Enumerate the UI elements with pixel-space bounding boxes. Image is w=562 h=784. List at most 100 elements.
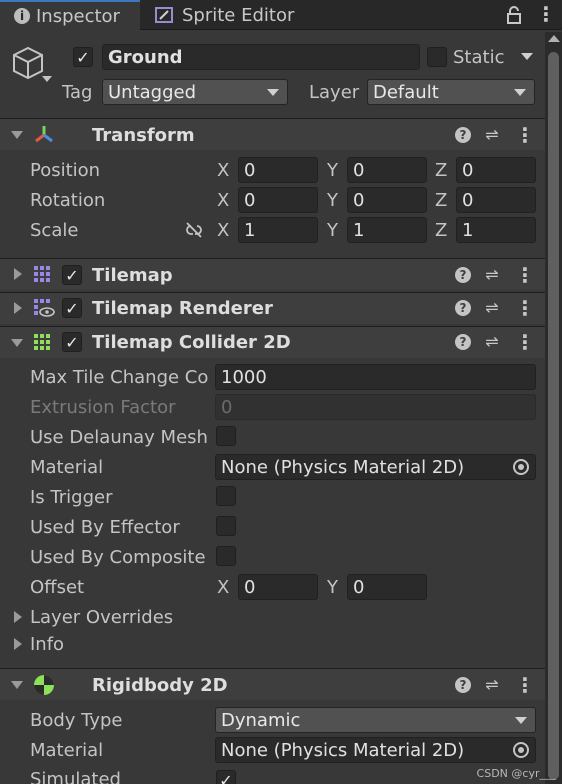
checkmark-icon: ✓: [65, 265, 79, 285]
chevron-down-icon: [267, 89, 279, 96]
presets-icon[interactable]: ⇌: [483, 265, 501, 284]
lock-icon[interactable]: [506, 6, 522, 24]
help-icon[interactable]: ?: [455, 267, 471, 283]
position-z-input[interactable]: 0: [456, 157, 536, 183]
use-delaunay-mesh-label: Use Delaunay Mesh: [30, 427, 208, 448]
used-by-effector-label: Used By Effector: [30, 517, 180, 538]
rotation-z-input[interactable]: 0: [456, 187, 536, 213]
rigidbody-title: Rigidbody 2D: [92, 675, 228, 696]
max-tile-change-label: Max Tile Change Co: [30, 367, 209, 388]
tilemap-renderer-title: Tilemap Renderer: [92, 298, 273, 319]
tilemap-collider-title: Tilemap Collider 2D: [92, 332, 291, 353]
static-dropdown-icon[interactable]: [521, 53, 533, 60]
rotation-x-input[interactable]: 0: [238, 187, 318, 213]
tab-sprite-editor-label: Sprite Editor: [182, 4, 295, 26]
offset-y-label: Y: [327, 577, 338, 598]
gameobject-active-checkbox[interactable]: ✓: [73, 47, 93, 67]
tilemap-collider-enabled-checkbox[interactable]: ✓: [62, 332, 82, 352]
offset-y-input[interactable]: 0: [347, 574, 427, 600]
rigidbody-material-value: None (Physics Material 2D): [221, 739, 465, 761]
rotation-y-input[interactable]: 0: [347, 187, 427, 213]
offset-x-label: X: [217, 577, 230, 598]
tilemap-renderer-enabled-checkbox[interactable]: ✓: [62, 298, 82, 318]
tab-sprite-editor[interactable]: Sprite Editor: [154, 0, 324, 30]
tilemap-renderer-foldout-icon[interactable]: [14, 302, 22, 314]
component-menu-icon[interactable]: ⋮: [515, 330, 535, 354]
rotation-x-label: X: [217, 190, 230, 211]
transform-foldout-icon[interactable]: [11, 131, 23, 139]
info-foldout-icon[interactable]: [14, 638, 22, 650]
rotation-y-label: Y: [327, 190, 338, 211]
help-icon[interactable]: ?: [455, 334, 471, 350]
tilemap-collider-foldout-icon[interactable]: [11, 339, 23, 347]
chevron-down-icon: [515, 717, 527, 724]
rotation-z-label: Z: [435, 190, 448, 211]
scrollbar-thumb[interactable]: [548, 52, 559, 780]
offset-x-input[interactable]: 0: [238, 574, 318, 600]
component-menu-icon[interactable]: ⋮: [515, 673, 535, 697]
scale-y-input[interactable]: 1: [347, 217, 427, 243]
rigidbody-material-label: Material: [30, 740, 104, 761]
tag-value: Untagged: [108, 81, 197, 103]
layer-overrides-label[interactable]: Layer Overrides: [30, 607, 173, 628]
scale-z-label: Z: [435, 220, 448, 241]
collider-material-field[interactable]: None (Physics Material 2D): [215, 454, 536, 480]
sprite-editor-icon: [155, 7, 173, 23]
rotation-label: Rotation: [30, 190, 106, 211]
object-picker-icon[interactable]: [513, 459, 529, 475]
help-icon[interactable]: ?: [455, 127, 471, 143]
offset-label: Offset: [30, 577, 85, 598]
tilemap-foldout-icon[interactable]: [14, 268, 22, 280]
used-by-effector-checkbox[interactable]: [216, 516, 236, 536]
simulated-label: Simulated: [30, 769, 121, 784]
body-type-label: Body Type: [30, 710, 123, 731]
simulated-checkbox[interactable]: ✓: [216, 770, 236, 784]
use-delaunay-mesh-checkbox[interactable]: [216, 426, 236, 446]
rigidbody-material-field[interactable]: None (Physics Material 2D): [215, 737, 536, 763]
used-by-composite-checkbox[interactable]: [216, 546, 236, 566]
scale-z-input[interactable]: 1: [456, 217, 536, 243]
is-trigger-checkbox[interactable]: [216, 486, 236, 506]
max-tile-change-input[interactable]: 1000: [215, 364, 536, 390]
presets-icon[interactable]: ⇌: [483, 332, 501, 351]
info-icon: i: [14, 8, 30, 24]
presets-icon[interactable]: ⇌: [483, 298, 501, 317]
collider-material-value: None (Physics Material 2D): [221, 456, 465, 478]
tab-inspector[interactable]: i Inspector: [0, 0, 140, 30]
body-type-dropdown[interactable]: Dynamic: [215, 707, 536, 733]
info-label[interactable]: Info: [30, 634, 64, 655]
rigidbody-foldout-icon[interactable]: [11, 681, 23, 689]
collider-material-label: Material: [30, 457, 104, 478]
position-y-label: Y: [327, 160, 338, 181]
presets-icon[interactable]: ⇌: [483, 125, 501, 144]
position-x-input[interactable]: 0: [238, 157, 318, 183]
object-picker-icon[interactable]: [513, 742, 529, 758]
static-label: Static: [453, 47, 505, 68]
scale-x-input[interactable]: 1: [238, 217, 318, 243]
gameobject-name-input[interactable]: Ground: [102, 44, 420, 70]
extrusion-factor-label: Extrusion Factor: [30, 397, 176, 418]
layer-dropdown[interactable]: Default: [367, 79, 535, 105]
presets-icon[interactable]: ⇌: [483, 675, 501, 694]
scroll-up-icon[interactable]: [548, 35, 560, 42]
component-menu-icon[interactable]: ⋮: [515, 263, 535, 287]
extrusion-factor-input: 0: [215, 394, 536, 420]
body-type-value: Dynamic: [221, 709, 301, 731]
tilemap-enabled-checkbox[interactable]: ✓: [62, 265, 82, 285]
component-menu-icon[interactable]: ⋮: [515, 296, 535, 320]
tag-dropdown[interactable]: Untagged: [102, 79, 288, 105]
layer-value: Default: [373, 81, 439, 103]
help-icon[interactable]: ?: [455, 677, 471, 693]
layer-label: Layer: [309, 82, 360, 103]
transform-icon: [35, 126, 53, 143]
checkmark-icon: ✓: [76, 47, 90, 67]
position-y-input[interactable]: 0: [347, 157, 427, 183]
static-checkbox[interactable]: [427, 47, 447, 67]
constrain-proportions-icon[interactable]: [183, 221, 205, 239]
layer-overrides-foldout-icon[interactable]: [14, 611, 22, 623]
component-menu-icon[interactable]: ⋮: [515, 123, 535, 147]
tilemap-renderer-icon: [34, 299, 55, 317]
gameobject-cube-icon: [13, 46, 52, 82]
more-menu-icon[interactable]: ⋮: [536, 2, 556, 26]
help-icon[interactable]: ?: [455, 300, 471, 316]
